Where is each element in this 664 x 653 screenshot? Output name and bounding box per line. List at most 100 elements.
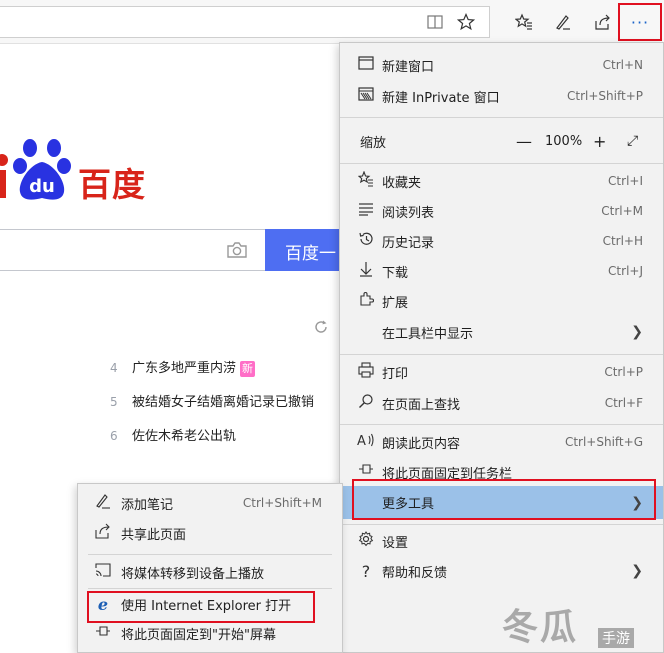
menu-item-show-in-toolbar[interactable]: 在工具栏中显示 ❯ xyxy=(340,317,663,347)
menu-item-new-window[interactable]: 新建窗口 Ctrl+N xyxy=(340,50,663,80)
hot-title[interactable]: 被结婚女子结婚离婚记录已撤销 xyxy=(132,395,314,410)
menu-item-label: 扩展 xyxy=(382,295,409,311)
zoom-out-button[interactable]: — xyxy=(516,132,532,151)
chevron-right-icon: ❯ xyxy=(631,324,643,340)
menu-item-find[interactable]: 在页面上查找 Ctrl+F xyxy=(340,388,663,418)
menu-item-zoom: 缩放 — 100% + ⤢ xyxy=(340,126,663,156)
read-aloud-icon: A xyxy=(356,432,376,452)
web-note-icon[interactable] xyxy=(550,9,576,35)
menu-item-label: 收藏夹 xyxy=(382,175,422,191)
fullscreen-icon[interactable]: ⤢ xyxy=(627,133,638,149)
menu-divider xyxy=(340,424,663,425)
web-note-icon xyxy=(93,493,113,513)
hot-list-item[interactable]: 5 被结婚女子结婚离婚记录已撤销 xyxy=(110,391,314,410)
pin-icon xyxy=(93,624,113,642)
menu-item-print[interactable]: 打印 Ctrl+P xyxy=(340,357,663,387)
gear-icon xyxy=(356,531,376,551)
menu-item-label: 朗读此页内容 xyxy=(382,436,461,452)
hot-index: 4 xyxy=(110,361,118,375)
menu-item-shortcut: Ctrl+Shift+G xyxy=(564,435,643,449)
zoom-level: 100% xyxy=(545,133,583,149)
address-bar[interactable] xyxy=(0,6,490,38)
chevron-right-icon: ❯ xyxy=(631,563,643,579)
menu-divider xyxy=(340,524,663,525)
search-icon xyxy=(356,393,376,413)
refresh-icon[interactable] xyxy=(314,320,328,338)
menu-item-label: 历史记录 xyxy=(382,235,435,251)
baidu-logo-text: 百度 xyxy=(78,165,146,204)
menu-item-downloads[interactable]: 下载 Ctrl+J xyxy=(340,256,663,286)
menu-item-help[interactable]: ? 帮助和反馈 ❯ xyxy=(340,556,663,586)
menu-divider xyxy=(340,163,663,164)
menu-item-favorites[interactable]: 收藏夹 Ctrl+I xyxy=(340,166,663,196)
hot-list-item[interactable]: 4 广东多地严重内涝新 xyxy=(110,357,256,377)
menu-item-label: 将此页面固定到"开始"屏幕 xyxy=(121,627,276,643)
favorite-star-icon[interactable] xyxy=(453,9,479,35)
menu-item-reading-list[interactable]: 阅读列表 Ctrl+M xyxy=(340,196,663,226)
menu-item-extensions[interactable]: 扩展 xyxy=(340,286,663,316)
menu-item-label: 下载 xyxy=(382,265,409,281)
menu-item-shortcut: Ctrl+J xyxy=(608,264,643,278)
settings-more-menu: 新建窗口 Ctrl+N 新建 InPrivate 窗口 Ctrl+Shift+P… xyxy=(339,42,664,653)
submenu-item-cast-media[interactable]: 将媒体转移到设备上播放 xyxy=(78,557,342,587)
extensions-icon xyxy=(356,291,376,311)
print-icon xyxy=(356,362,376,382)
menu-item-label: 将媒体转移到设备上播放 xyxy=(121,566,265,582)
menu-item-label: 添加笔记 xyxy=(121,497,174,513)
share-icon xyxy=(93,523,113,543)
menu-item-label: 打印 xyxy=(382,366,409,382)
menu-item-new-inprivate[interactable]: 新建 InPrivate 窗口 Ctrl+Shift+P xyxy=(340,81,663,111)
site-watermark-sub: 手游 xyxy=(598,628,634,648)
zoom-label: 缩放 xyxy=(360,135,387,151)
favorites-icon xyxy=(356,170,376,191)
hot-list-item[interactable]: 6 佐佐木希老公出轨 xyxy=(110,425,236,444)
more-tools-submenu: 添加笔记 Ctrl+Shift+M 共享此页面 将媒体转移到设备上播放 e 使用… xyxy=(77,483,343,653)
favorites-hub-icon[interactable] xyxy=(511,9,537,35)
help-icon: ? xyxy=(361,561,371,581)
reading-list-icon xyxy=(356,202,376,220)
menu-item-label: 在工具栏中显示 xyxy=(382,326,474,342)
menu-item-label: 设置 xyxy=(382,535,409,551)
new-badge: 新 xyxy=(240,361,256,377)
site-watermark: 冬瓜 xyxy=(502,607,579,648)
menu-divider xyxy=(340,117,663,118)
menu-divider xyxy=(88,554,332,555)
menu-item-shortcut: Ctrl+P xyxy=(604,365,643,379)
inprivate-window-icon xyxy=(356,87,376,105)
menu-item-label: 新建 InPrivate 窗口 xyxy=(382,90,500,106)
reading-view-icon[interactable] xyxy=(422,9,448,35)
hot-title[interactable]: 佐佐木希老公出轨 xyxy=(132,429,236,444)
submenu-item-add-notes[interactable]: 添加笔记 Ctrl+Shift+M xyxy=(78,488,342,518)
open-ie-callout xyxy=(87,591,315,623)
zoom-in-button[interactable]: + xyxy=(593,132,606,151)
menu-item-shortcut: Ctrl+N xyxy=(602,58,643,72)
menu-item-label: 新建窗口 xyxy=(382,59,435,75)
menu-item-shortcut: Ctrl+I xyxy=(608,174,643,188)
menu-item-label: 阅读列表 xyxy=(382,205,435,221)
menu-item-label: 在页面上查找 xyxy=(382,397,461,413)
window-icon xyxy=(356,56,376,74)
download-icon xyxy=(356,261,376,281)
submenu-item-share-page[interactable]: 共享此页面 xyxy=(78,518,342,548)
menu-item-shortcut: Ctrl+M xyxy=(601,204,643,218)
hot-index: 5 xyxy=(110,395,118,409)
menu-item-label: 帮助和反馈 xyxy=(382,565,448,581)
cast-icon xyxy=(93,563,113,581)
hot-index: 6 xyxy=(110,429,118,443)
menu-item-history[interactable]: 历史记录 Ctrl+H xyxy=(340,226,663,256)
svg-text:du: du xyxy=(29,176,55,197)
menu-item-settings[interactable]: 设置 xyxy=(340,526,663,556)
menu-item-shortcut: Ctrl+Shift+M xyxy=(242,496,322,510)
menu-item-read-aloud[interactable]: A 朗读此页内容 Ctrl+Shift+G xyxy=(340,427,663,457)
more-tools-callout xyxy=(352,479,656,520)
share-icon[interactable] xyxy=(590,9,616,35)
browser-toolbar: ··· xyxy=(0,0,664,44)
camera-icon[interactable] xyxy=(226,240,248,260)
menu-divider xyxy=(340,354,663,355)
menu-item-shortcut: Ctrl+F xyxy=(604,396,643,410)
more-icon[interactable]: ··· xyxy=(618,3,662,41)
menu-item-shortcut: Ctrl+H xyxy=(602,234,643,248)
hot-title[interactable]: 广东多地严重内涝 xyxy=(132,361,236,376)
menu-item-label: 共享此页面 xyxy=(121,527,187,543)
menu-item-shortcut: Ctrl+Shift+P xyxy=(567,89,643,103)
